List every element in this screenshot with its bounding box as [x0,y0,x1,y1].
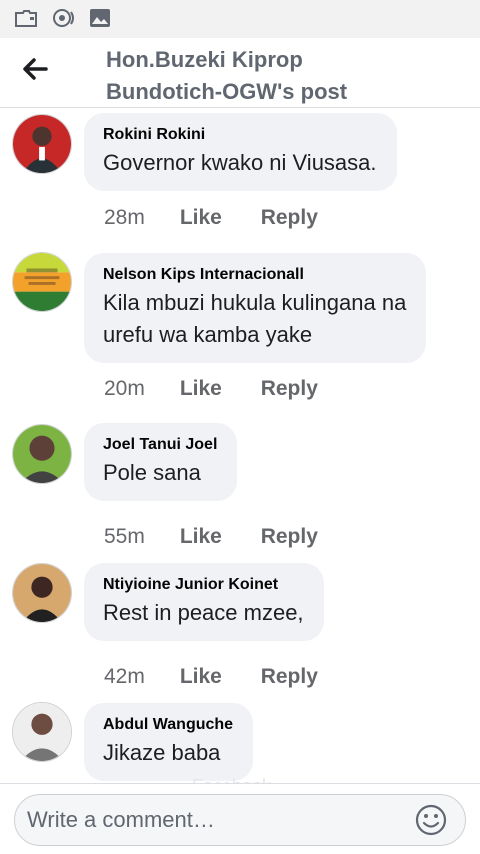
comment-bubble: Ntiyioine Junior Koinet Rest in peace mz… [84,563,324,641]
comment-time: 42m [104,665,145,688]
comment-text-line: Kila mbuzi hukula kulingana na [103,290,407,315]
comment-text: Pole sana [103,460,201,485]
status-bar [0,0,480,38]
reply-button[interactable]: Reply [261,376,318,402]
comment-author[interactable]: Rokini Rokini [103,125,377,145]
briefcase-icon [14,8,38,28]
comment-author[interactable]: Ntiyioine Junior Koinet [103,575,304,595]
comment-time: 55m [104,525,145,548]
avatar[interactable] [12,114,72,174]
comment-bubble: Abdul Wanguche Jikaze baba [84,703,254,781]
avatar[interactable] [12,563,72,623]
comment-actions: 55m Like Reply [104,524,318,550]
comment-author[interactable]: Nelson Kips Internacionall [103,265,406,285]
radio-icon [52,8,76,28]
comment-text: Governor kwako ni Viusasa. [103,150,377,175]
reply-button[interactable]: Reply [261,664,318,690]
page-title: Hon.Buzeki Kiprop Bundotich-OGW's post [106,44,446,108]
comment-input[interactable] [14,794,466,846]
comment-time: 28m [104,206,145,229]
reply-button[interactable]: Reply [261,524,318,550]
comment-bubble: Nelson Kips Internacionall Kila mbuzi hu… [84,253,427,363]
comment-text: Rest in peace mzee, [103,600,304,625]
comment-bubble: Joel Tanui Joel Pole sana [84,423,238,501]
comment-author[interactable]: Joel Tanui Joel [103,435,217,455]
comment-text: Jikaze baba [103,740,221,765]
post-header: Hon.Buzeki Kiprop Bundotich-OGW's post [0,38,480,108]
avatar[interactable] [12,424,72,484]
comment-actions: 28m Like Reply [104,205,318,231]
comment-author[interactable]: Abdul Wanguche [103,715,233,735]
comment-text-line: urefu wa kamba yake [103,322,313,347]
like-button[interactable]: Like [180,664,255,690]
like-button[interactable]: Like [180,205,255,231]
comment-time: 20m [104,377,145,400]
page-title-line1: Hon.Buzeki Kiprop [106,47,303,72]
avatar[interactable] [12,252,72,312]
like-button[interactable]: Like [180,376,255,402]
comment-bubble: Rokini Rokini Governor kwako ni Viusasa. [84,113,397,191]
back-button[interactable] [18,54,54,84]
comment-actions: 20m Like Reply [104,376,318,402]
comment-list: Rokini Rokini Governor kwako ni Viusasa.… [0,108,480,783]
page-title-line2: Bundotich-OGW's post [106,79,348,104]
comment-composer [0,783,480,854]
comment-actions: 42m Like Reply [104,664,318,690]
comment-text: Kila mbuzi hukula kulingana na urefu wa … [103,287,406,351]
like-button[interactable]: Like [180,524,255,550]
image-icon [88,8,112,28]
smiley-icon[interactable] [414,803,448,837]
arrow-left-icon [23,58,48,80]
reply-button[interactable]: Reply [261,205,318,231]
avatar[interactable] [12,702,72,762]
